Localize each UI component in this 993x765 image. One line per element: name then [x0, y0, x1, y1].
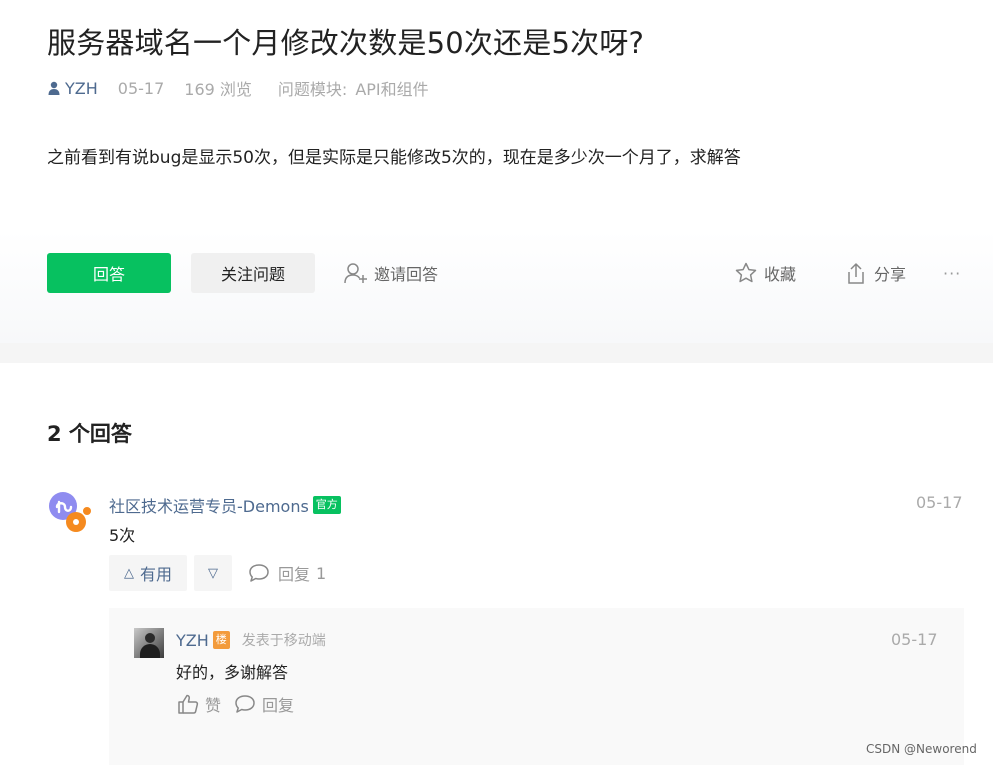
reply-toggle-button[interactable]: 回复 1	[248, 555, 326, 591]
watermark: CSDN @Neworend	[866, 742, 977, 756]
follow-question-button[interactable]: 关注问题	[191, 253, 315, 293]
star-icon	[735, 262, 757, 283]
upvote-button[interactable]: △ 有用	[109, 555, 187, 591]
share-icon	[848, 263, 864, 284]
reply-author: YZH 楼 发表于移动端	[176, 630, 326, 650]
reply-body: 好的，多谢解答	[176, 663, 289, 682]
question-date: 05-17	[117, 78, 165, 98]
reply-source: 发表于移动端	[241, 633, 326, 649]
avatar-head	[145, 633, 155, 643]
upvote-label: 有用	[139, 565, 172, 584]
downvote-button[interactable]: ▽	[194, 555, 232, 591]
thumbs-up-icon	[178, 694, 199, 714]
user-icon	[48, 81, 60, 95]
reply-list: YZH 楼 发表于移动端 05-17 好的，多谢解答 赞 回复	[109, 608, 964, 765]
miniprogram-logo-icon	[49, 492, 91, 532]
question-title: 服务器域名一个月修改次数是50次还是5次呀?	[47, 26, 645, 60]
answer-author[interactable]: 社区技术运营专员-Demons 官方	[109, 493, 341, 517]
question-module-label: 问题模块:	[277, 80, 348, 99]
triangle-up-icon: △	[123, 565, 134, 581]
section-divider	[0, 343, 993, 363]
reply-to-comment-label: 回复	[262, 696, 295, 715]
answer-date: 05-17	[916, 493, 963, 512]
answer-body: 5次	[109, 526, 136, 545]
official-badge: 官方	[312, 496, 341, 514]
share-button[interactable]: 分享	[846, 253, 906, 293]
question-views: 169 浏览	[184, 80, 252, 99]
avatar-shoulders	[140, 644, 160, 658]
reply-label: 回复	[278, 565, 311, 584]
question-actions: 回答 关注问题 邀请回答 收藏 分享 ···	[47, 253, 965, 293]
reply-author-name[interactable]: YZH	[176, 631, 209, 650]
like-button[interactable]: 赞	[177, 692, 221, 716]
reply-date: 05-17	[891, 630, 938, 649]
question-author-link[interactable]: YZH	[47, 79, 98, 98]
invite-answer-button[interactable]: 邀请回答	[344, 253, 438, 293]
triangle-down-icon: ▽	[208, 565, 218, 581]
add-user-icon	[344, 263, 367, 284]
floor-badge: 楼	[212, 631, 230, 649]
reply-count: 1	[316, 563, 327, 583]
collect-button[interactable]: 收藏	[734, 253, 796, 293]
collect-label: 收藏	[764, 265, 797, 284]
question-author-name: YZH	[65, 78, 98, 98]
question-body: 之前看到有说bug是显示50次，但是实际是只能修改5次的，现在是多少次一个月了，…	[47, 148, 741, 168]
question-meta: YZH 05-17 169 浏览 问题模块: API和组件	[47, 76, 429, 100]
answer-button[interactable]: 回答	[47, 253, 171, 293]
answer-author-name: 社区技术运营专员-Demons	[109, 497, 309, 516]
more-options-button[interactable]: ···	[943, 253, 961, 293]
like-label: 赞	[205, 696, 222, 715]
invite-answer-label: 邀请回答	[374, 265, 439, 284]
reply-author-avatar[interactable]	[134, 628, 164, 658]
question-module-link[interactable]: API和组件	[355, 76, 428, 100]
question-section: 服务器域名一个月修改次数是50次还是5次呀? YZH 05-17 169 浏览 …	[0, 0, 993, 343]
answer-author-avatar[interactable]	[47, 490, 95, 534]
share-label: 分享	[874, 265, 907, 284]
comment-icon	[249, 564, 269, 582]
reply-to-comment-button[interactable]: 回复	[234, 692, 294, 716]
answers-count: 2 个回答	[47, 422, 132, 446]
comment-icon	[235, 695, 255, 713]
